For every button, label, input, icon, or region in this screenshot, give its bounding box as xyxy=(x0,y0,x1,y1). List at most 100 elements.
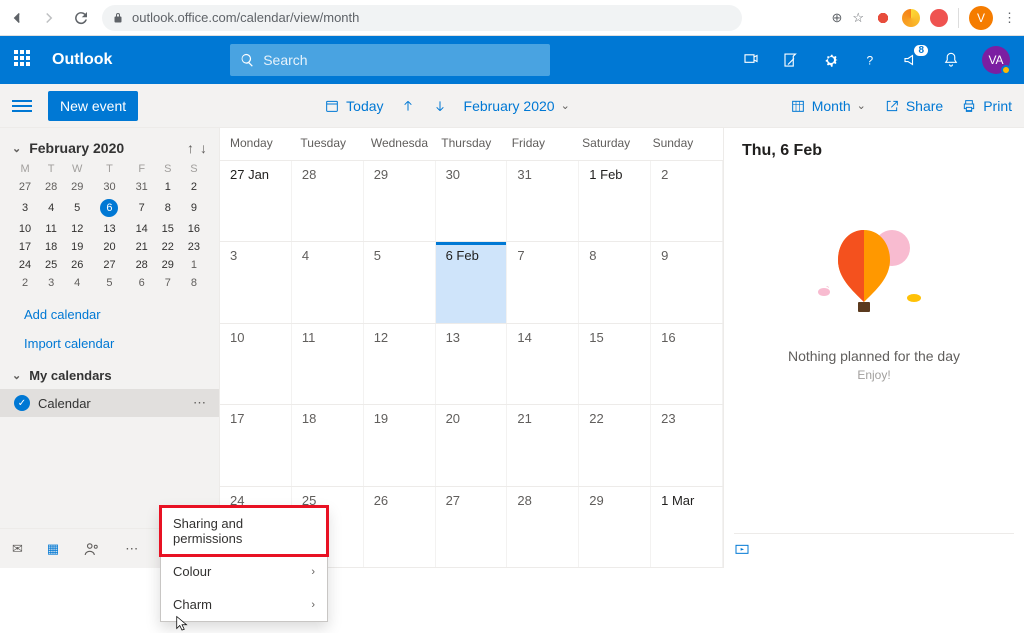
calendar-item[interactable]: Calendar ⋯ xyxy=(0,389,219,417)
calendar-cell[interactable]: 13 xyxy=(436,324,508,404)
calendar-cell[interactable]: 28 xyxy=(507,487,579,567)
lock-icon xyxy=(112,12,124,24)
bell-icon[interactable] xyxy=(942,51,960,69)
calendar-cell[interactable]: 9 xyxy=(651,242,723,322)
help-icon[interactable]: ? xyxy=(862,51,880,69)
calendar-cell[interactable]: 30 xyxy=(436,161,508,241)
calendar-cell[interactable]: 17 xyxy=(220,405,292,485)
svg-text:?: ? xyxy=(867,54,874,68)
calendar-cell[interactable]: 12 xyxy=(364,324,436,404)
calendar-cell[interactable]: 1 Feb xyxy=(579,161,651,241)
chrome-avatar[interactable]: V xyxy=(969,6,993,30)
calendar-cell[interactable]: 16 xyxy=(651,324,723,404)
calendar-cell[interactable]: 29 xyxy=(364,161,436,241)
empty-text: Nothing planned for the day xyxy=(788,348,960,364)
calendar-cell[interactable]: 7 xyxy=(507,242,579,322)
teams-icon[interactable] xyxy=(742,51,760,69)
calendar-icon[interactable]: ▦ xyxy=(47,541,59,557)
prev-period-button[interactable] xyxy=(400,98,416,114)
calendar-cell[interactable]: 3 xyxy=(220,242,292,322)
search-box[interactable] xyxy=(230,44,550,76)
ext-icon-1[interactable] xyxy=(874,9,892,27)
ext-icon-3[interactable] xyxy=(930,9,948,27)
my-calendars-section[interactable]: ⌄My calendars xyxy=(0,358,219,389)
calendar-cell[interactable]: 5 xyxy=(364,242,436,322)
calendar-cell[interactable]: 20 xyxy=(436,405,508,485)
notes-icon[interactable] xyxy=(782,51,800,69)
calendar-grid: MondayTuesdayWednesdaThursdayFridaySatur… xyxy=(220,128,724,568)
calendar-cell[interactable]: 23 xyxy=(651,405,723,485)
reload-icon[interactable] xyxy=(72,9,90,27)
period-picker[interactable]: February 2020 ⌄ xyxy=(464,98,570,114)
calendar-cell[interactable]: 10 xyxy=(220,324,292,404)
calendar-cell[interactable]: 2 xyxy=(651,161,723,241)
print-button[interactable]: Print xyxy=(961,98,1012,114)
details-title: Thu, 6 Feb xyxy=(742,142,1006,160)
chevron-down-icon: ⌄ xyxy=(857,99,866,112)
new-event-button[interactable]: New event xyxy=(48,91,138,121)
mini-prev-icon[interactable]: ↑ xyxy=(187,140,194,156)
hamburger-icon[interactable] xyxy=(12,100,32,112)
calendar-cell[interactable]: 26 xyxy=(364,487,436,567)
view-picker[interactable]: Month ⌄ xyxy=(790,98,866,114)
calendar-cell[interactable]: 1 Mar xyxy=(651,487,723,567)
calendar-cell[interactable]: 29 xyxy=(579,487,651,567)
dow-header: MondayTuesdayWednesdaThursdayFridaySatur… xyxy=(220,128,723,161)
add-calendar-link[interactable]: Add calendar xyxy=(0,300,219,329)
calendar-cell[interactable]: 19 xyxy=(364,405,436,485)
calendar-cell[interactable]: 6 Feb xyxy=(436,242,508,322)
calendar-cell[interactable]: 18 xyxy=(292,405,364,485)
search-icon xyxy=(240,52,255,68)
announce-icon[interactable]: 8 xyxy=(902,51,920,69)
chevron-down-icon: ⌄ xyxy=(12,369,21,382)
brand-label: Outlook xyxy=(52,51,112,69)
next-period-button[interactable] xyxy=(432,98,448,114)
back-icon[interactable] xyxy=(8,9,26,27)
mini-next-icon[interactable]: ↓ xyxy=(200,140,207,156)
details-pane: Thu, 6 Feb Nothing planned for the day E… xyxy=(724,128,1024,568)
mail-icon[interactable]: ✉ xyxy=(12,541,23,557)
chevron-down-icon: ⌄ xyxy=(12,142,21,155)
command-bar: New event Today February 2020 ⌄ Month ⌄ … xyxy=(0,84,1024,128)
today-button[interactable]: Today xyxy=(324,98,383,114)
chrome-menu-icon[interactable]: ⋮ xyxy=(1003,10,1016,26)
calendar-more-icon[interactable]: ⋯ xyxy=(193,395,207,411)
import-calendar-link[interactable]: Import calendar xyxy=(0,329,219,358)
people-icon[interactable] xyxy=(83,540,101,558)
star-icon[interactable]: ☆ xyxy=(852,10,864,26)
add-page-icon[interactable]: ⊕ xyxy=(831,10,842,26)
chevron-right-icon: › xyxy=(311,566,315,578)
calendar-cell[interactable]: 4 xyxy=(292,242,364,322)
more-apps-icon[interactable]: ⋯ xyxy=(125,541,138,557)
ctx-colour[interactable]: Colour› xyxy=(161,555,327,588)
share-button[interactable]: Share xyxy=(884,98,943,114)
ctx-sharing-permissions[interactable]: Sharing and permissions xyxy=(161,507,327,555)
mini-calendar[interactable]: MTWTFSS272829303112345678910111213141516… xyxy=(0,160,219,300)
user-avatar[interactable]: VA xyxy=(982,46,1010,74)
calendar-cell[interactable]: 8 xyxy=(579,242,651,322)
calendar-cell[interactable]: 11 xyxy=(292,324,364,404)
app-launcher-icon[interactable] xyxy=(14,50,34,70)
url-bar[interactable]: outlook.office.com/calendar/view/month xyxy=(102,5,742,31)
mini-cal-header[interactable]: ⌄ February 2020 ↑↓ xyxy=(0,136,219,160)
calendar-cell[interactable]: 22 xyxy=(579,405,651,485)
calendar-cell[interactable]: 28 xyxy=(292,161,364,241)
calendar-cell[interactable]: 15 xyxy=(579,324,651,404)
dow-cell: Friday xyxy=(512,136,582,150)
calendar-cell[interactable]: 21 xyxy=(507,405,579,485)
empty-balloon-icon xyxy=(814,210,934,330)
calendar-cell[interactable]: 14 xyxy=(507,324,579,404)
dow-cell: Sunday xyxy=(653,136,723,150)
forward-icon[interactable] xyxy=(40,9,58,27)
ext-icon-2[interactable] xyxy=(902,9,920,27)
calendar-cell[interactable]: 31 xyxy=(507,161,579,241)
search-input[interactable] xyxy=(263,52,540,68)
settings-icon[interactable] xyxy=(822,51,840,69)
presence-icon xyxy=(1001,65,1011,75)
badge-count: 8 xyxy=(914,45,928,56)
play-slideshow-icon[interactable] xyxy=(734,542,1014,558)
url-text: outlook.office.com/calendar/view/month xyxy=(132,10,359,25)
dow-cell: Saturday xyxy=(582,136,652,150)
calendar-cell[interactable]: 27 Jan xyxy=(220,161,292,241)
calendar-cell[interactable]: 27 xyxy=(436,487,508,567)
